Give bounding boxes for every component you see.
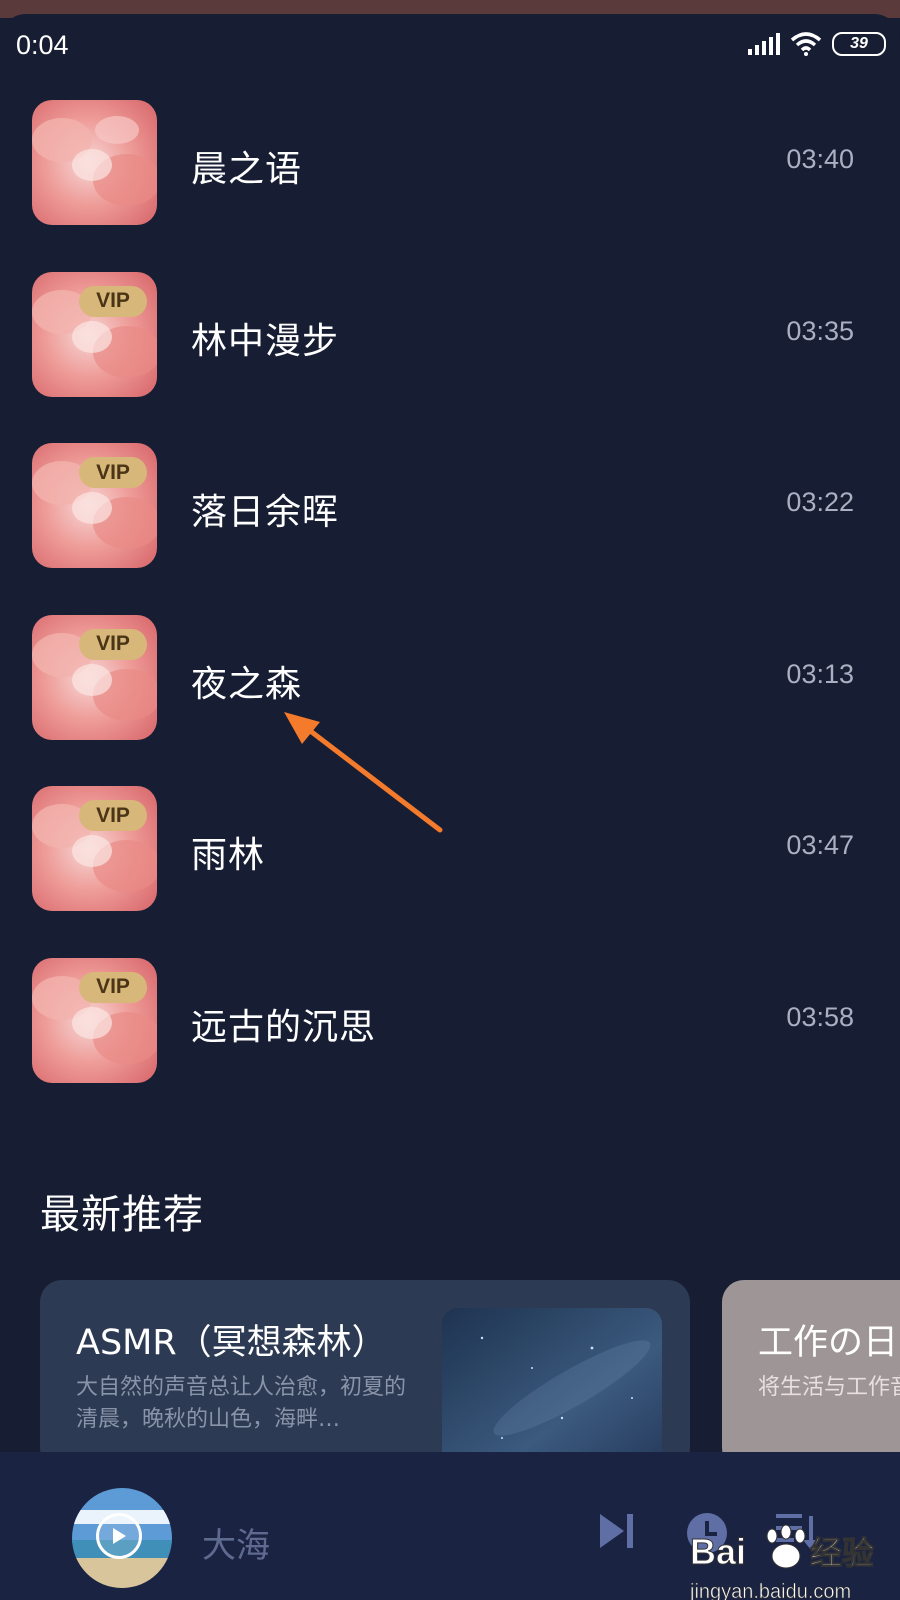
track-duration: 03:13 [786,658,854,689]
vip-badge: VIP [79,800,147,831]
vip-badge: VIP [79,971,147,1003]
svg-text:Bai: Bai [690,1531,746,1572]
recommendation-desc: 将生活与工作音的角度去看 [758,1375,900,1400]
section-title: 最新推荐 [40,1192,204,1238]
vip-badge: VIP [79,628,147,660]
baidu-jingyan-watermark: Bai 经验 jingyan.baidu.com [688,1514,888,1600]
track-title: 夜之森 [191,663,303,705]
track-title: 林中漫步 [191,320,340,362]
vip-badge: VIP [79,457,147,488]
track-row[interactable]: VIP 雨林 03:47 [0,786,900,912]
track-duration: 03:35 [786,315,854,346]
track-row[interactable]: VIP 林中漫步 03:35 [0,271,900,398]
recommendation-title: ASMR（冥想森林） [76,1323,387,1363]
recommendation-title: 工作の日 [758,1323,899,1363]
track-row[interactable]: VIP 落日余晖 03:22 [0,443,900,569]
status-icons: 39 [748,32,886,56]
recommendation-thumbnail [442,1308,662,1470]
next-track-icon[interactable] [598,1512,636,1550]
vip-badge: VIP [79,285,147,317]
track-duration: 03:40 [786,144,854,174]
status-time: 0:04 [16,30,69,60]
track-duration: 03:58 [786,1001,854,1032]
track-cover: VIP [32,271,157,397]
signal-icon [748,33,780,55]
now-playing-title: 大海 [202,1526,270,1566]
track-title: 雨林 [191,835,266,876]
app-screen: 0:04 39 晨之语 03:40 VIP 林中漫步 03:35 VIP 落日余… [0,14,900,1600]
track-duration: 03:22 [786,487,854,517]
svg-text:经验: 经验 [810,1534,874,1572]
wifi-icon [790,32,822,56]
recommendation-card[interactable]: ASMR（冥想森林） 大自然的声音总让人治愈，初夏的清晨，晚秋的山色，海畔… [40,1280,690,1470]
track-row[interactable]: 晨之语 03:40 [0,100,900,226]
annotation-arrow-icon [284,712,443,833]
track-row[interactable]: VIP 夜之森 03:13 [0,614,900,741]
track-cover: VIP [32,957,157,1083]
battery-icon: 39 [832,32,886,56]
track-title: 落日余晖 [191,492,340,533]
play-icon[interactable] [96,1513,142,1559]
track-cover [32,100,157,225]
track-cover: VIP [32,614,157,740]
track-duration: 03:47 [786,830,854,860]
svg-text:jingyan.baidu.com: jingyan.baidu.com [689,1581,851,1600]
track-cover: VIP [32,443,157,568]
recommendation-desc: 大自然的声音总让人治愈，初夏的清晨，晚秋的山色，海畔… [76,1375,407,1432]
track-title: 远古的沉思 [191,1006,377,1048]
recommendation-card[interactable]: 工作の日 将生活与工作音的角度去看 [722,1280,900,1470]
track-row[interactable]: VIP 远古的沉思 03:58 [0,957,900,1084]
track-title: 晨之语 [191,149,303,190]
track-cover: VIP [32,786,157,911]
